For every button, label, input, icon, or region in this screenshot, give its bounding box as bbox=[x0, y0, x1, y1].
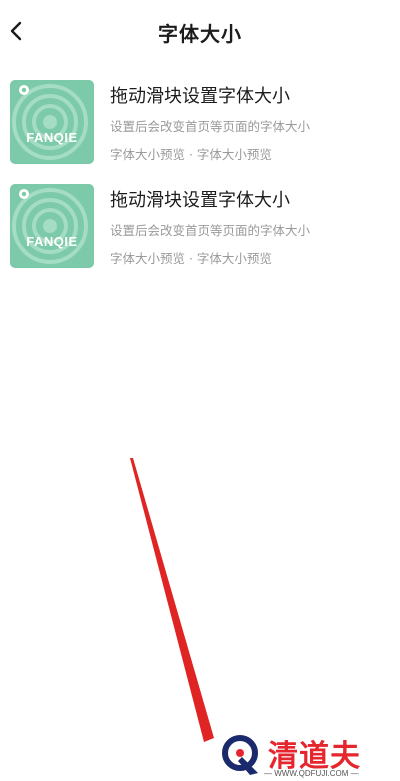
annotation-arrow bbox=[130, 458, 214, 742]
watermark-url: — WWW.QDFUJI.COM — bbox=[264, 769, 359, 778]
watermark: 清道夫 — WWW.QDFUJI.COM — bbox=[214, 729, 400, 781]
q-logo-icon bbox=[222, 735, 258, 775]
